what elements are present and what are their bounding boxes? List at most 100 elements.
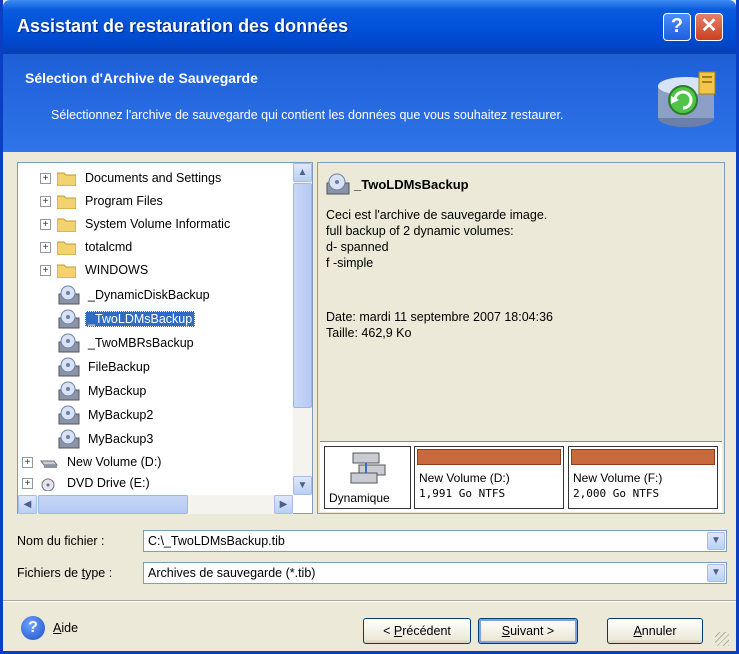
- archive-description: Ceci est l'archive de sauvegarde image. …: [326, 207, 547, 271]
- help-title-button[interactable]: ?: [663, 13, 691, 41]
- window-title: Assistant de restauration des données: [17, 16, 349, 36]
- archive-icon: [58, 429, 80, 449]
- expand-icon[interactable]: +: [22, 456, 33, 468]
- tree-item-label: MyBackup: [88, 384, 147, 398]
- button-text: <: [383, 624, 394, 638]
- restore-wizard-icon: [658, 71, 716, 127]
- next-button[interactable]: Suivant >: [478, 618, 578, 644]
- label-text: ype :: [85, 566, 113, 580]
- dynamic-disk-icon: [350, 452, 386, 484]
- title-bar[interactable]: Assistant de restauration des données ? …: [3, 0, 736, 54]
- archive-icon: [58, 285, 80, 305]
- tree-item-label: Program Files: [85, 194, 163, 208]
- tree-item-label: Documents and Settings: [85, 171, 222, 185]
- help-accelerator: A: [53, 621, 62, 635]
- tree-item-label: FileBackup: [88, 360, 150, 374]
- expand-icon[interactable]: +: [40, 195, 51, 207]
- cancel-button[interactable]: Annuler: [607, 618, 703, 644]
- tree-item-windows[interactable]: + WINDOWS: [40, 259, 151, 281]
- resize-grip[interactable]: [715, 632, 729, 646]
- dvd-drive-icon: [41, 478, 55, 491]
- volume-size: 2,000 Go NTFS: [573, 487, 660, 500]
- description-line: d- spanned: [326, 240, 389, 254]
- tree-horizontal-scrollbar[interactable]: ◀ ▶: [18, 495, 293, 514]
- archive-icon: [58, 357, 80, 377]
- tree-item-label: WINDOWS: [85, 263, 149, 277]
- volume-name: New Volume (D:): [419, 471, 510, 485]
- tree-item-program-files[interactable]: + Program Files: [40, 190, 166, 212]
- scroll-left-button[interactable]: ◀: [18, 495, 37, 514]
- archive-icon: [58, 381, 80, 401]
- scroll-thumb[interactable]: [38, 495, 188, 514]
- previous-button[interactable]: < Précédent: [363, 618, 471, 644]
- scroll-down-button[interactable]: ▼: [293, 476, 312, 495]
- tree-item-twoldmsbackup[interactable]: _TwoLDMsBackup: [58, 308, 196, 330]
- wizard-header: Sélection d'Archive de Sauvegarde Sélect…: [3, 54, 736, 152]
- tree-item-label: _DynamicDiskBackup: [88, 288, 210, 302]
- step-description: Sélectionnez l'archive de sauvegarde qui…: [51, 108, 564, 122]
- tree-item-label-selected: _TwoLDMsBackup: [85, 311, 196, 327]
- archive-size: Taille: 462,9 Ko: [326, 326, 412, 340]
- tree-item-label: totalcmd: [85, 240, 133, 254]
- expand-icon[interactable]: +: [22, 477, 33, 489]
- archive-tree[interactable]: + Documents and Settings + Program Files…: [17, 162, 313, 514]
- archive-name: _TwoLDMsBackup: [354, 177, 469, 192]
- tree-item-label: New Volume (D:): [67, 455, 162, 469]
- tree-item-mybackup2[interactable]: MyBackup2: [58, 404, 156, 426]
- folder-icon: [57, 218, 76, 232]
- archive-icon: [58, 333, 80, 353]
- volume-d-cell[interactable]: New Volume (D:) 1,991 Go NTFS: [414, 446, 564, 509]
- dynamic-label: Dynamique: [329, 491, 390, 505]
- tree-item-documents-and-settings[interactable]: + Documents and Settings: [40, 167, 224, 189]
- button-accelerator: A: [633, 624, 642, 638]
- archive-icon: [58, 309, 80, 329]
- tree-item-label: System Volume Informatic: [85, 217, 231, 231]
- folder-icon: [57, 172, 76, 186]
- filename-value: C:\_TwoLDMsBackup.tib: [148, 534, 285, 548]
- hard-drive-icon: [40, 460, 58, 468]
- tree-item-twombrsbackup[interactable]: _TwoMBRsBackup: [58, 332, 197, 354]
- archive-meta: Date: mardi 11 septembre 2007 18:04:36 T…: [326, 309, 553, 341]
- volume-usage-bar: [571, 449, 715, 465]
- filetype-combo[interactable]: Archives de sauvegarde (*.tib) ▼: [143, 562, 727, 584]
- filetype-value: Archives de sauvegarde (*.tib): [148, 566, 316, 580]
- archive-date: Date: mardi 11 septembre 2007 18:04:36: [326, 310, 553, 324]
- archive-info-panel: _TwoLDMsBackup Ceci est l'archive de sau…: [317, 162, 725, 514]
- volume-name: New Volume (F:): [573, 471, 663, 485]
- filename-combo[interactable]: C:\_TwoLDMsBackup.tib ▼: [143, 530, 727, 552]
- button-accelerator: S: [501, 624, 511, 638]
- volume-f-cell[interactable]: New Volume (F:) 2,000 Go NTFS: [568, 446, 718, 509]
- tree-vertical-scrollbar[interactable]: ▲ ▼: [293, 163, 312, 495]
- expand-icon[interactable]: +: [40, 264, 51, 276]
- dropdown-arrow-icon[interactable]: ▼: [707, 564, 725, 582]
- tree-item-system-volume-information[interactable]: + System Volume Informatic: [40, 213, 233, 235]
- help-button[interactable]: ? Aide: [21, 616, 78, 640]
- close-button[interactable]: ✕: [695, 13, 723, 41]
- expand-icon[interactable]: +: [40, 218, 51, 230]
- folder-icon: [57, 264, 76, 278]
- archive-icon: [58, 405, 80, 425]
- tree-item-mybackup[interactable]: MyBackup: [58, 380, 149, 402]
- folder-icon: [57, 195, 76, 209]
- description-line: f -simple: [326, 256, 374, 270]
- tree-item-new-volume-d[interactable]: + New Volume (D:): [22, 451, 164, 473]
- archive-icon: [326, 173, 350, 195]
- expand-icon[interactable]: +: [40, 241, 51, 253]
- expand-icon[interactable]: +: [40, 172, 51, 184]
- scroll-thumb[interactable]: [293, 183, 312, 408]
- tree-item-mybackup3[interactable]: MyBackup3: [58, 428, 156, 450]
- help-icon: ?: [21, 616, 45, 640]
- tree-item-label: DVD Drive (E:): [67, 476, 150, 490]
- tree-item-dvd-drive-e[interactable]: + DVD Drive (E:): [22, 473, 153, 493]
- button-text: nnuler: [641, 624, 677, 638]
- tree-item-filebackup[interactable]: FileBackup: [58, 356, 153, 378]
- tree-item-totalcmd[interactable]: + totalcmd: [40, 236, 135, 258]
- scroll-up-button[interactable]: ▲: [293, 163, 312, 182]
- volume-usage-bar: [417, 449, 561, 465]
- scroll-right-button[interactable]: ▶: [274, 495, 293, 514]
- filename-label: Nom du fichier :: [17, 534, 105, 548]
- dropdown-arrow-icon[interactable]: ▼: [707, 532, 725, 550]
- filetype-label: Fichiers de type :: [17, 566, 112, 580]
- tree-item-dynamicdiskbackup[interactable]: _DynamicDiskBackup: [58, 284, 213, 306]
- button-text: récédent: [402, 624, 451, 638]
